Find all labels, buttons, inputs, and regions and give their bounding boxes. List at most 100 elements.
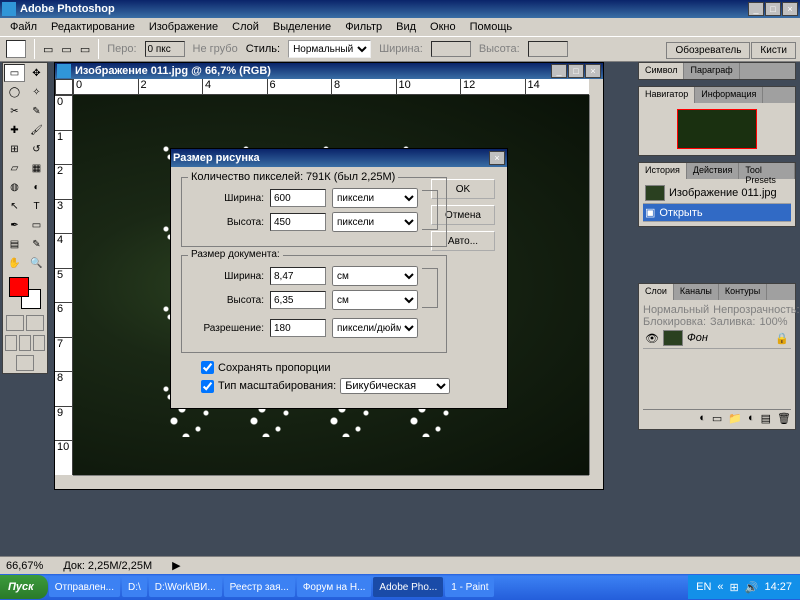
history-brush-tool[interactable]: ↺: [26, 140, 47, 158]
resolution-unit[interactable]: пиксели/дюйм: [332, 318, 418, 338]
shape-tool[interactable]: ▭: [26, 216, 47, 234]
zoom-value[interactable]: 66,67%: [6, 560, 43, 572]
shape-icon-1[interactable]: ▭: [43, 43, 53, 56]
ruler-origin[interactable]: [55, 79, 73, 95]
move-tool[interactable]: ✥: [26, 64, 47, 82]
menu-view[interactable]: Вид: [390, 19, 422, 35]
shape-icon-2[interactable]: ▭: [61, 43, 71, 56]
eyedropper-tool[interactable]: ✎: [26, 235, 47, 253]
menu-filter[interactable]: Фильтр: [339, 19, 388, 35]
dialog-close-button[interactable]: ×: [489, 151, 505, 165]
menu-image[interactable]: Изображение: [143, 19, 224, 35]
tab-layers[interactable]: Слои: [639, 284, 674, 300]
brushes-tab[interactable]: Кисти: [751, 42, 796, 59]
blur-tool[interactable]: ◍: [4, 178, 25, 196]
height-input[interactable]: [528, 41, 568, 57]
history-step[interactable]: ▣Открыть: [643, 204, 791, 222]
close-button[interactable]: ×: [782, 2, 798, 16]
stamp-tool[interactable]: ⊞: [4, 140, 25, 158]
heal-tool[interactable]: ✚: [4, 121, 25, 139]
resolution-input[interactable]: [270, 319, 326, 337]
layer-fx-icon[interactable]: ◐: [699, 412, 706, 425]
tray-icon[interactable]: «: [717, 581, 723, 593]
hand-tool[interactable]: ✋: [4, 254, 25, 272]
resample-select[interactable]: Бикубическая: [340, 378, 450, 394]
new-layer-icon[interactable]: ▤: [761, 412, 771, 425]
marquee-tool[interactable]: ▭: [4, 64, 25, 82]
lasso-tool[interactable]: ◯: [4, 83, 25, 101]
history-snapshot[interactable]: Изображение 011.jpg: [643, 183, 791, 204]
wand-tool[interactable]: ✧: [26, 83, 47, 101]
tab-info[interactable]: Информация: [695, 87, 763, 103]
blend-mode[interactable]: Нормальный: [643, 304, 709, 316]
taskbar-item[interactable]: D:\: [122, 577, 147, 597]
crop-tool[interactable]: ✂: [4, 102, 25, 120]
menu-edit[interactable]: Редактирование: [45, 19, 141, 35]
tray-icon[interactable]: ⊞: [730, 581, 739, 594]
folder-icon[interactable]: 📁: [728, 412, 742, 425]
tab-history[interactable]: История: [639, 163, 687, 179]
doc-height-unit[interactable]: см: [332, 290, 418, 310]
taskbar-item[interactable]: D:\Work\ВИ...: [149, 577, 222, 597]
screen-mode-3[interactable]: [33, 335, 45, 351]
doc-width-input[interactable]: [270, 267, 326, 285]
lang-indicator[interactable]: EN: [696, 581, 711, 593]
screen-mode-1[interactable]: [5, 335, 17, 351]
eraser-tool[interactable]: ▱: [4, 159, 25, 177]
jump-to-imageready[interactable]: [16, 355, 34, 371]
marquee-preset-icon[interactable]: [6, 40, 26, 58]
taskbar-item[interactable]: 1 - Paint: [445, 577, 494, 597]
px-width-unit[interactable]: пиксели: [332, 188, 418, 208]
tab-paragraph[interactable]: Параграф: [684, 63, 739, 79]
taskbar-item[interactable]: Форум на Н...: [297, 577, 372, 597]
resample-checkbox[interactable]: [201, 380, 214, 393]
brush-tool[interactable]: 🖌: [26, 121, 47, 139]
menu-file[interactable]: Файл: [4, 19, 43, 35]
layer-mask-icon[interactable]: ▭: [712, 412, 722, 425]
scrollbar-vertical[interactable]: [589, 95, 603, 475]
maximize-button[interactable]: □: [765, 2, 781, 16]
tray-icon[interactable]: 🔊: [745, 581, 759, 594]
type-tool[interactable]: T: [26, 197, 47, 215]
tab-actions[interactable]: Действия: [687, 163, 739, 179]
doc-minimize-button[interactable]: _: [551, 64, 567, 78]
eye-icon[interactable]: 👁: [645, 332, 659, 345]
menu-window[interactable]: Окно: [424, 19, 462, 35]
standard-mode-icon[interactable]: [6, 315, 24, 331]
doc-maximize-button[interactable]: □: [568, 64, 584, 78]
layer-row[interactable]: 👁Фон🔒: [643, 328, 791, 349]
browser-tab[interactable]: Обозреватель: [666, 42, 750, 59]
taskbar-item[interactable]: Отправлен...: [49, 577, 120, 597]
color-swatch[interactable]: [9, 277, 41, 309]
doc-close-button[interactable]: ×: [585, 64, 601, 78]
shape-icon-3[interactable]: ▭: [80, 43, 90, 56]
pen-tool[interactable]: ✒: [4, 216, 25, 234]
gradient-tool[interactable]: ▦: [26, 159, 47, 177]
tab-toolpresets[interactable]: Tool Presets: [739, 163, 795, 179]
trash-icon[interactable]: 🗑: [777, 412, 791, 425]
navigator-thumbnail[interactable]: [677, 109, 757, 149]
slice-tool[interactable]: ✎: [26, 102, 47, 120]
minimize-button[interactable]: _: [748, 2, 764, 16]
doc-width-unit[interactable]: см: [332, 266, 418, 286]
px-height-unit[interactable]: пиксели: [332, 212, 418, 232]
fill-value[interactable]: 100%: [759, 316, 787, 328]
scrollbar-horizontal[interactable]: [73, 475, 589, 489]
ruler-horizontal[interactable]: 02468101214: [73, 79, 589, 95]
menu-help[interactable]: Помощь: [464, 19, 519, 35]
constrain-checkbox[interactable]: [201, 361, 214, 374]
menu-select[interactable]: Выделение: [267, 19, 337, 35]
menu-layer[interactable]: Слой: [226, 19, 265, 35]
px-height-input[interactable]: [270, 213, 326, 231]
status-arrow-icon[interactable]: ▶: [172, 559, 180, 572]
start-button[interactable]: Пуск: [0, 575, 48, 599]
zoom-tool[interactable]: 🔍: [26, 254, 47, 272]
tab-paths[interactable]: Контуры: [719, 284, 767, 300]
adjustment-icon[interactable]: ◐: [748, 412, 755, 425]
ruler-vertical[interactable]: 012345678910: [55, 95, 73, 475]
quickmask-mode-icon[interactable]: [26, 315, 44, 331]
notes-tool[interactable]: ▤: [4, 235, 25, 253]
path-tool[interactable]: ↖: [4, 197, 25, 215]
dodge-tool[interactable]: ◐: [26, 178, 47, 196]
feather-input[interactable]: [145, 41, 185, 57]
